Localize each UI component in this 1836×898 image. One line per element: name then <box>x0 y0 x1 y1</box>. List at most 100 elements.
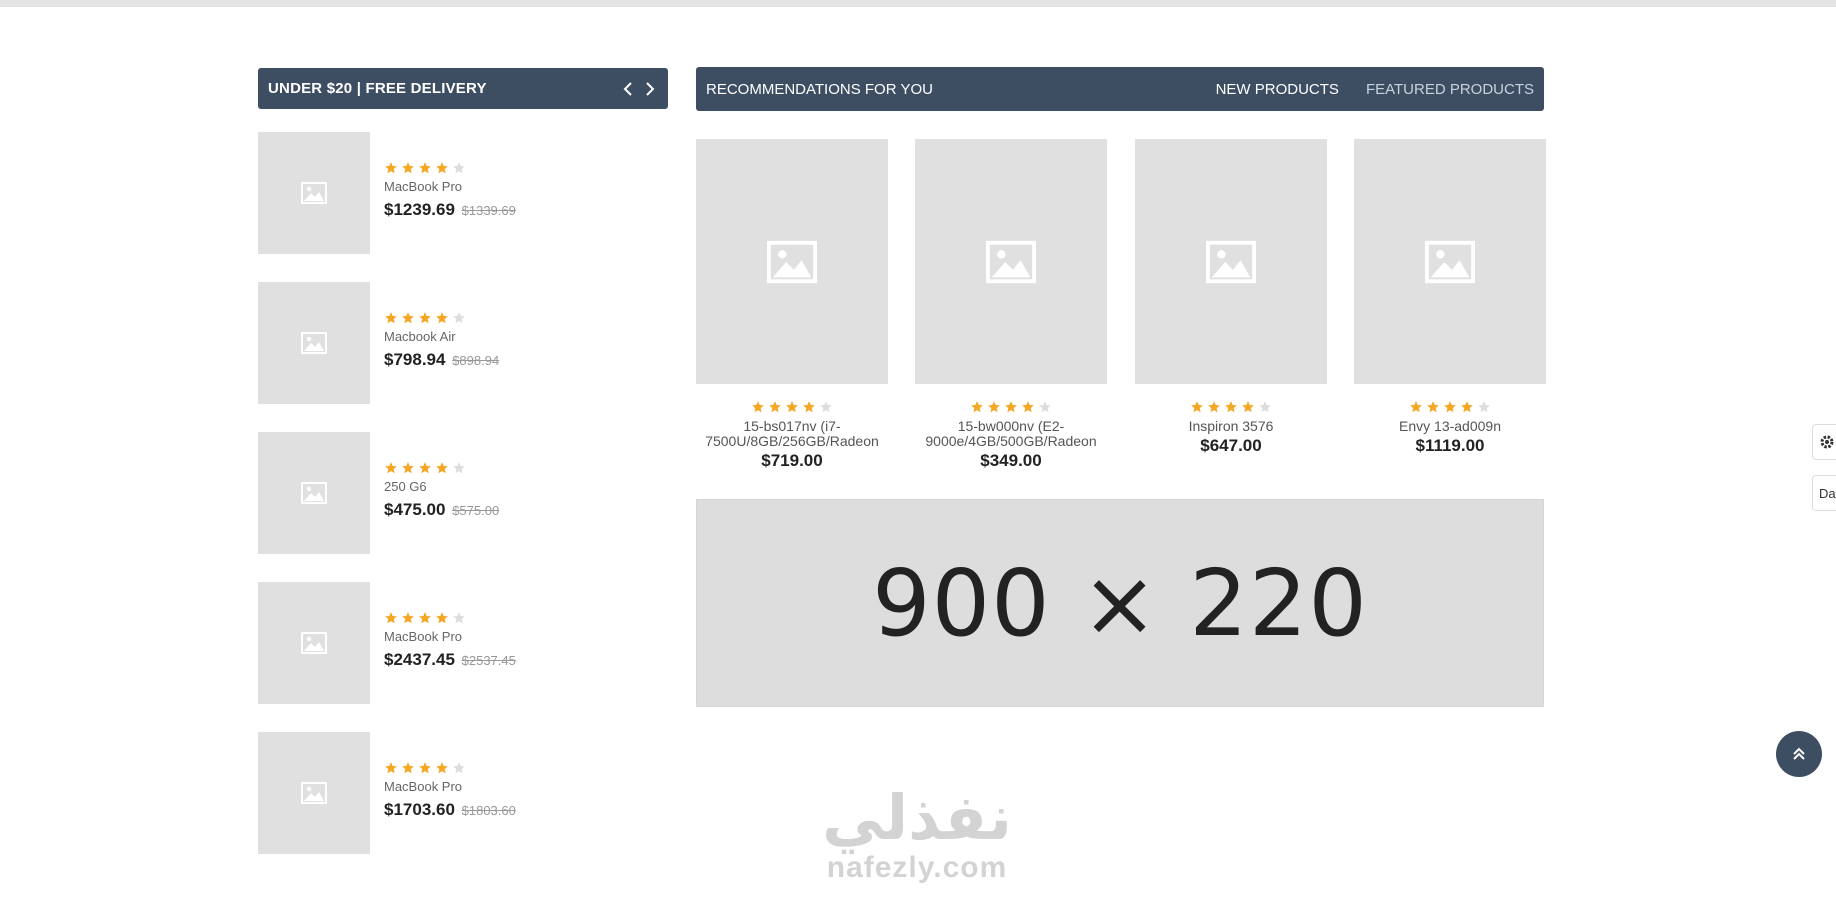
star-rating <box>384 160 516 176</box>
double-chevron-up-icon <box>1793 747 1805 760</box>
star-rating <box>696 399 888 415</box>
deal-item[interactable]: 250 G6 $475.00 $575.00 <box>258 432 668 554</box>
star-icon <box>1444 401 1456 413</box>
star-icon <box>1225 401 1237 413</box>
star-icon <box>1410 401 1422 413</box>
deals-nav <box>620 79 658 99</box>
deal-price: $475.00 $575.00 <box>384 500 499 520</box>
tab-featured-products[interactable]: FEATURED PRODUCTS <box>1366 81 1534 98</box>
star-rating <box>384 460 499 476</box>
chevron-right-icon[interactable] <box>642 79 658 99</box>
deal-info: MacBook Pro $2437.45 $2537.45 <box>384 610 516 670</box>
product-card[interactable]: Inspiron 3576 $647.00 <box>1135 139 1327 456</box>
deal-product-name[interactable]: MacBook Pro <box>384 179 516 194</box>
star-icon <box>419 162 431 174</box>
star-icon <box>1208 401 1220 413</box>
star-rating <box>384 760 516 776</box>
star-icon <box>419 762 431 774</box>
watermark-latin: nafezly.com <box>826 851 1008 884</box>
deal-item[interactable]: MacBook Pro $2437.45 $2537.45 <box>258 582 668 704</box>
star-icon <box>1022 401 1034 413</box>
product-name[interactable]: 15-bs017nv (i7-7500U/8GB/256GB/Radeon <box>696 419 888 449</box>
image-placeholder-icon <box>767 240 817 283</box>
star-icon <box>453 762 465 774</box>
product-name[interactable]: Envy 13-ad009n <box>1354 419 1546 434</box>
star-icon <box>1461 401 1473 413</box>
star-icon <box>453 162 465 174</box>
watermark: نفذلي nafezly.com <box>812 785 1022 885</box>
scroll-to-top-button[interactable] <box>1776 731 1822 777</box>
product-card[interactable]: Envy 13-ad009n $1119.00 <box>1354 139 1546 456</box>
star-icon <box>1259 401 1271 413</box>
star-icon <box>385 162 397 174</box>
star-icon <box>971 401 983 413</box>
star-rating <box>1354 399 1546 415</box>
promo-banner[interactable]: 900 × 220 <box>696 499 1544 707</box>
product-price: $349.00 <box>980 451 1042 470</box>
star-icon <box>385 612 397 624</box>
star-icon <box>1005 401 1017 413</box>
dark-mode-toggle[interactable]: Da <box>1812 475 1836 511</box>
product-image[interactable] <box>915 139 1107 384</box>
product-thumbnail[interactable] <box>258 282 370 404</box>
product-thumbnail[interactable] <box>258 732 370 854</box>
product-card[interactable]: 15-bw000nv (E2-9000e/4GB/500GB/Radeon $3… <box>915 139 1107 471</box>
old-price: $898.94 <box>452 353 500 368</box>
old-price: $1339.69 <box>461 203 516 218</box>
star-icon <box>1427 401 1439 413</box>
product-grid: 15-bs017nv (i7-7500U/8GB/256GB/Radeon $7… <box>696 139 1546 489</box>
watermark-arabic: نفذلي <box>822 781 1012 854</box>
deal-product-name[interactable]: MacBook Pro <box>384 629 516 644</box>
product-image[interactable] <box>1354 139 1546 384</box>
recommendations-section: RECOMMENDATIONS FOR YOU NEW PRODUCTS FEA… <box>696 67 1546 707</box>
old-price: $575.00 <box>452 503 500 518</box>
chevron-left-icon[interactable] <box>620 79 636 99</box>
product-price: $719.00 <box>761 451 823 470</box>
deal-info: Macbook Air $798.94 $898.94 <box>384 310 499 370</box>
star-icon <box>436 312 448 324</box>
product-thumbnail[interactable] <box>258 582 370 704</box>
star-icon <box>988 401 1000 413</box>
star-icon <box>786 401 798 413</box>
deal-product-name[interactable]: 250 G6 <box>384 479 499 494</box>
image-placeholder-icon <box>986 240 1036 283</box>
product-name[interactable]: 15-bw000nv (E2-9000e/4GB/500GB/Radeon <box>915 419 1107 449</box>
deal-item[interactable]: MacBook Pro $1703.60 $1803.60 <box>258 732 668 854</box>
star-icon <box>436 162 448 174</box>
product-card[interactable]: 15-bs017nv (i7-7500U/8GB/256GB/Radeon $7… <box>696 139 888 471</box>
settings-toggle[interactable] <box>1812 424 1836 460</box>
product-tabs: NEW PRODUCTS FEATURED PRODUCTS <box>1216 81 1534 98</box>
banner-placeholder-text: 900 × 220 <box>872 549 1368 657</box>
product-thumbnail[interactable] <box>258 132 370 254</box>
top-border <box>0 0 1836 7</box>
deal-product-name[interactable]: MacBook Pro <box>384 779 516 794</box>
star-icon <box>436 762 448 774</box>
product-price: $1119.00 <box>1415 436 1485 455</box>
star-icon <box>436 612 448 624</box>
star-rating <box>1135 399 1327 415</box>
star-icon <box>402 762 414 774</box>
product-image[interactable] <box>696 139 888 384</box>
product-thumbnail[interactable] <box>258 432 370 554</box>
deal-product-name[interactable]: Macbook Air <box>384 329 499 344</box>
deal-price: $2437.45 $2537.45 <box>384 650 516 670</box>
star-icon <box>436 462 448 474</box>
star-icon <box>1242 401 1254 413</box>
product-image[interactable] <box>1135 139 1327 384</box>
product-name[interactable]: Inspiron 3576 <box>1135 419 1327 434</box>
old-price: $1803.60 <box>461 803 516 818</box>
star-icon <box>402 162 414 174</box>
image-placeholder-icon <box>301 632 327 654</box>
current-price: $475.00 <box>384 500 446 519</box>
deal-price: $1239.69 $1339.69 <box>384 200 516 220</box>
current-price: $1703.60 <box>384 800 455 819</box>
star-icon <box>385 312 397 324</box>
star-icon <box>820 401 832 413</box>
star-icon <box>1478 401 1490 413</box>
deal-item[interactable]: MacBook Pro $1239.69 $1339.69 <box>258 132 668 254</box>
star-icon <box>419 462 431 474</box>
deal-info: MacBook Pro $1239.69 $1339.69 <box>384 160 516 220</box>
deal-item[interactable]: Macbook Air $798.94 $898.94 <box>258 282 668 404</box>
tab-new-products[interactable]: NEW PRODUCTS <box>1216 81 1339 98</box>
old-price: $2537.45 <box>461 653 516 668</box>
